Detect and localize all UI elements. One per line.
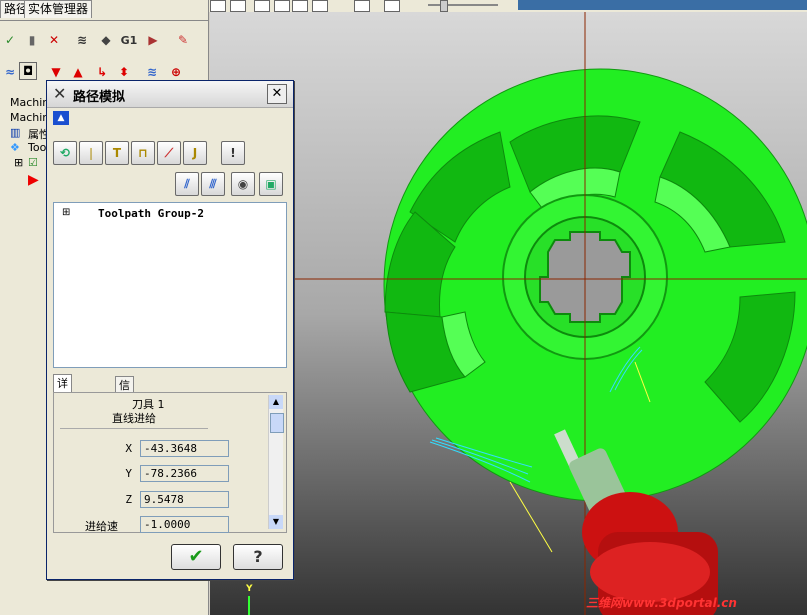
viewport-button[interactable] <box>312 0 328 12</box>
lock-icon[interactable]: ◘ <box>19 62 37 80</box>
watermark: 三维网www.3dportal.cn <box>586 596 737 610</box>
expand-icon[interactable]: ⬍ <box>114 62 134 82</box>
tree-item-machine[interactable]: Machin <box>10 96 49 109</box>
feedrate-field: -1.0000 <box>140 516 229 533</box>
display-multi-icon[interactable]: ⫻ <box>201 172 225 196</box>
select-all-icon[interactable]: ✓ <box>0 30 20 50</box>
progress-bar <box>518 0 807 10</box>
post-export-icon[interactable]: ▶ <box>143 30 163 50</box>
properties-icon: ▥ <box>10 126 21 139</box>
x-field: -43.3648 <box>140 440 229 457</box>
scrollbar[interactable]: ▲ ▼ <box>268 395 284 529</box>
cycle-icon[interactable]: ⟲ <box>53 141 77 165</box>
tab-solids-manager[interactable]: 实体管理器 <box>24 0 93 18</box>
tree-root[interactable]: Toolpath Group-2 <box>98 207 204 220</box>
impeller-model <box>210 12 807 615</box>
insert-arrow-icon[interactable]: ↳ <box>92 62 112 82</box>
move-up-icon[interactable]: ▲ <box>68 62 88 82</box>
viewport-toolbar <box>208 0 807 12</box>
viewport-button[interactable] <box>254 0 270 12</box>
ok-button[interactable]: ✔ <box>171 544 221 570</box>
regenerate-icon[interactable]: ≋ <box>72 30 92 50</box>
viewport-button[interactable] <box>210 0 226 12</box>
holder-icon[interactable]: T <box>105 141 129 165</box>
wave-icon[interactable]: ≈ <box>0 62 20 82</box>
post-g1-icon[interactable]: G1 <box>119 30 139 50</box>
highfeed-icon[interactable]: ✎ <box>173 30 193 50</box>
camera-icon[interactable]: ◉ <box>231 172 255 196</box>
dialog-title: 路径模拟 <box>73 90 126 105</box>
clear-selection-icon[interactable]: ✕ <box>44 30 64 50</box>
display-lines-icon[interactable]: ⫽ <box>175 172 199 196</box>
toolpath-tree[interactable]: ⊞ Toolpath Group-2 <box>53 202 287 368</box>
expand-icon[interactable]: ⊞ <box>14 156 23 169</box>
collapse-icon[interactable]: ▲ <box>53 111 69 125</box>
z-field: 9.5478 <box>140 491 229 508</box>
rapid-icon[interactable]: ⟋ <box>157 141 181 165</box>
select-tool-icon[interactable]: ▮ <box>22 30 42 50</box>
backplot-icon[interactable]: ◆ <box>96 30 116 50</box>
insert-marker-icon: ▶ <box>28 172 39 188</box>
viewport-button[interactable] <box>230 0 246 12</box>
expand-icon[interactable]: ⊞ <box>62 207 70 218</box>
tool-holder-icon[interactable]: ⊓ <box>131 141 155 165</box>
move-type-label: 直线进给 <box>112 412 156 425</box>
help-button[interactable]: ? <box>233 544 283 570</box>
axis-indicator <box>248 596 250 615</box>
close-icon[interactable]: ✕ <box>267 84 287 104</box>
move-down-icon[interactable]: ▼ <box>46 62 66 82</box>
simulation-icon: ✕ <box>53 84 67 103</box>
z-label: Z <box>125 493 132 506</box>
feedrate-label: 进给速 <box>85 520 118 533</box>
tool-icon[interactable]: ❘ <box>79 141 103 165</box>
detail-panel: 刀具 1 直线进给 X -43.3648 Y -78.2366 Z 9.5478… <box>53 392 287 533</box>
viewport-button[interactable] <box>274 0 290 12</box>
scroll-thumb[interactable] <box>270 413 284 433</box>
viewport-button[interactable] <box>384 0 400 12</box>
axis-label: Y <box>246 584 253 594</box>
viewport-button[interactable] <box>354 0 370 12</box>
x-label: X <box>125 442 132 455</box>
speed-slider-track[interactable] <box>428 4 498 6</box>
endpoint-icon[interactable]: J <box>183 141 207 165</box>
y-field: -78.2366 <box>140 465 229 482</box>
graphics-viewport[interactable]: Y 三维网www.3dportal.cn <box>210 12 807 615</box>
toolpath-simulation-dialog: ✕ 路径模拟 ✕ ▲ ⟲ ❘ T ⊓ ⟋ J ! ⫽ ⫻ ◉ ▣ ⊞ Toolp… <box>46 80 294 580</box>
toolgroup-icon: ❖ <box>10 141 20 154</box>
lines-icon[interactable]: ≋ <box>142 62 162 82</box>
tab-details[interactable]: 详细信息 <box>53 374 72 441</box>
scroll-up-icon[interactable]: ▲ <box>269 395 283 409</box>
info-icon[interactable]: ! <box>221 141 245 165</box>
speed-slider-thumb[interactable] <box>440 0 448 12</box>
save-icon[interactable]: ▣ <box>259 172 283 196</box>
y-label: Y <box>125 467 132 480</box>
view-icon[interactable]: ⊕ <box>166 62 186 82</box>
scroll-down-icon[interactable]: ▼ <box>269 515 283 529</box>
checked-folder-icon[interactable]: ☑ <box>28 156 38 169</box>
tree-item-machine[interactable]: Machin <box>10 111 49 124</box>
viewport-button[interactable] <box>292 0 308 12</box>
dialog-titlebar[interactable]: ✕ 路径模拟 ✕ <box>47 81 293 108</box>
